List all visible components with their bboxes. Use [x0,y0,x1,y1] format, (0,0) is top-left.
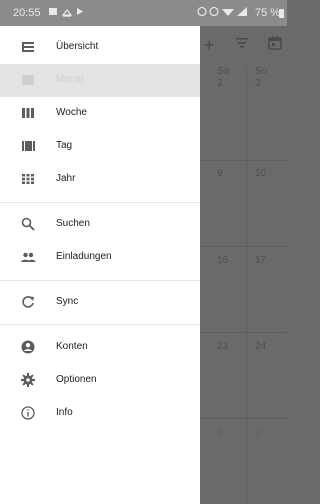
signal-icon [237,7,247,16]
day-cell[interactable]: 10 [255,168,266,179]
day-cell[interactable]: 23 [217,341,228,352]
day-cell[interactable]: 16 [217,255,228,266]
drawer-item-konten[interactable]: Konten [0,331,200,364]
drawer-item-label: Monat [56,74,84,85]
search-icon [20,216,36,232]
day-cell[interactable]: 9 [217,168,223,179]
play-icon [77,8,83,15]
drawer-item-tag[interactable]: Tag [0,130,200,163]
drawer-item-label: Info [56,407,73,418]
drawer-item-label: Woche [56,107,87,118]
status-time: 20:55 [13,7,41,19]
wifi-icon [222,9,234,16]
drawer-divider [0,324,200,325]
dnd-icon [209,6,219,17]
alarm-icon [197,6,207,17]
info-icon [20,405,36,421]
drawer-item-label: Übersicht [56,41,99,52]
sync-icon [20,294,36,310]
day-cell[interactable]: 3 [255,428,261,439]
day-cell[interactable]: 2 [217,428,223,439]
drawer-item-info[interactable]: Info [0,397,200,430]
calendar-toolbar: + [200,26,287,66]
drawer-item-suchen[interactable]: Suchen [0,208,200,241]
image-icon [49,8,57,15]
drawer-divider [0,280,200,281]
drawer-item-woche[interactable]: Woche [0,97,200,130]
add-icon[interactable]: + [204,36,215,54]
week-view-icon [20,105,36,121]
drawer-item-label: Sync [56,296,79,307]
drawer-item-label: Konten [56,341,88,352]
filter-icon[interactable] [235,36,249,50]
drawer-item-optionen[interactable]: Optionen [0,364,200,397]
day-header-so: So [255,66,268,77]
notification-icons [49,6,89,20]
account-icon [20,339,36,355]
gear-icon [20,372,36,388]
drawer-item-uebersicht[interactable]: Übersicht [0,31,200,64]
grid-line [200,160,287,161]
drawer-item-label: Einladungen [56,251,112,262]
day-cell[interactable]: 2 [217,78,223,89]
grid-line [200,418,287,419]
download-icon [61,9,73,17]
day-cell[interactable]: 3 [255,78,261,89]
people-icon [20,249,36,265]
day-cell[interactable]: 24 [255,341,266,352]
grid-line [246,66,247,504]
system-icons [197,6,253,20]
drawer-item-monat[interactable]: Monat [0,64,200,97]
month-view-icon [20,72,36,88]
drawer-item-label: Tag [56,140,73,151]
list-view-icon [20,39,36,55]
grid-line [200,246,287,247]
today-icon[interactable] [268,36,282,50]
drawer-item-label: Jahr [56,173,76,184]
drawer-item-label: Suchen [56,218,90,229]
drawer-item-einladungen[interactable]: Einladungen [0,241,200,274]
navigation-drawer: Übersicht Monat Woche Tag Jahr Suchen Ei… [0,26,200,504]
battery-icon [279,9,284,18]
drawer-item-sync[interactable]: Sync [0,286,200,319]
year-view-icon [20,171,36,187]
battery-percent: 75 % [255,7,281,19]
day-cell[interactable]: 17 [255,255,266,266]
drawer-divider [0,202,200,203]
grid-line [200,332,287,333]
day-view-icon [20,138,36,154]
status-bar: 20:55 75 % [0,0,287,26]
drawer-item-label: Optionen [56,374,97,385]
drawer-item-jahr[interactable]: Jahr [0,163,200,196]
day-header-sa: Sa [217,66,230,77]
